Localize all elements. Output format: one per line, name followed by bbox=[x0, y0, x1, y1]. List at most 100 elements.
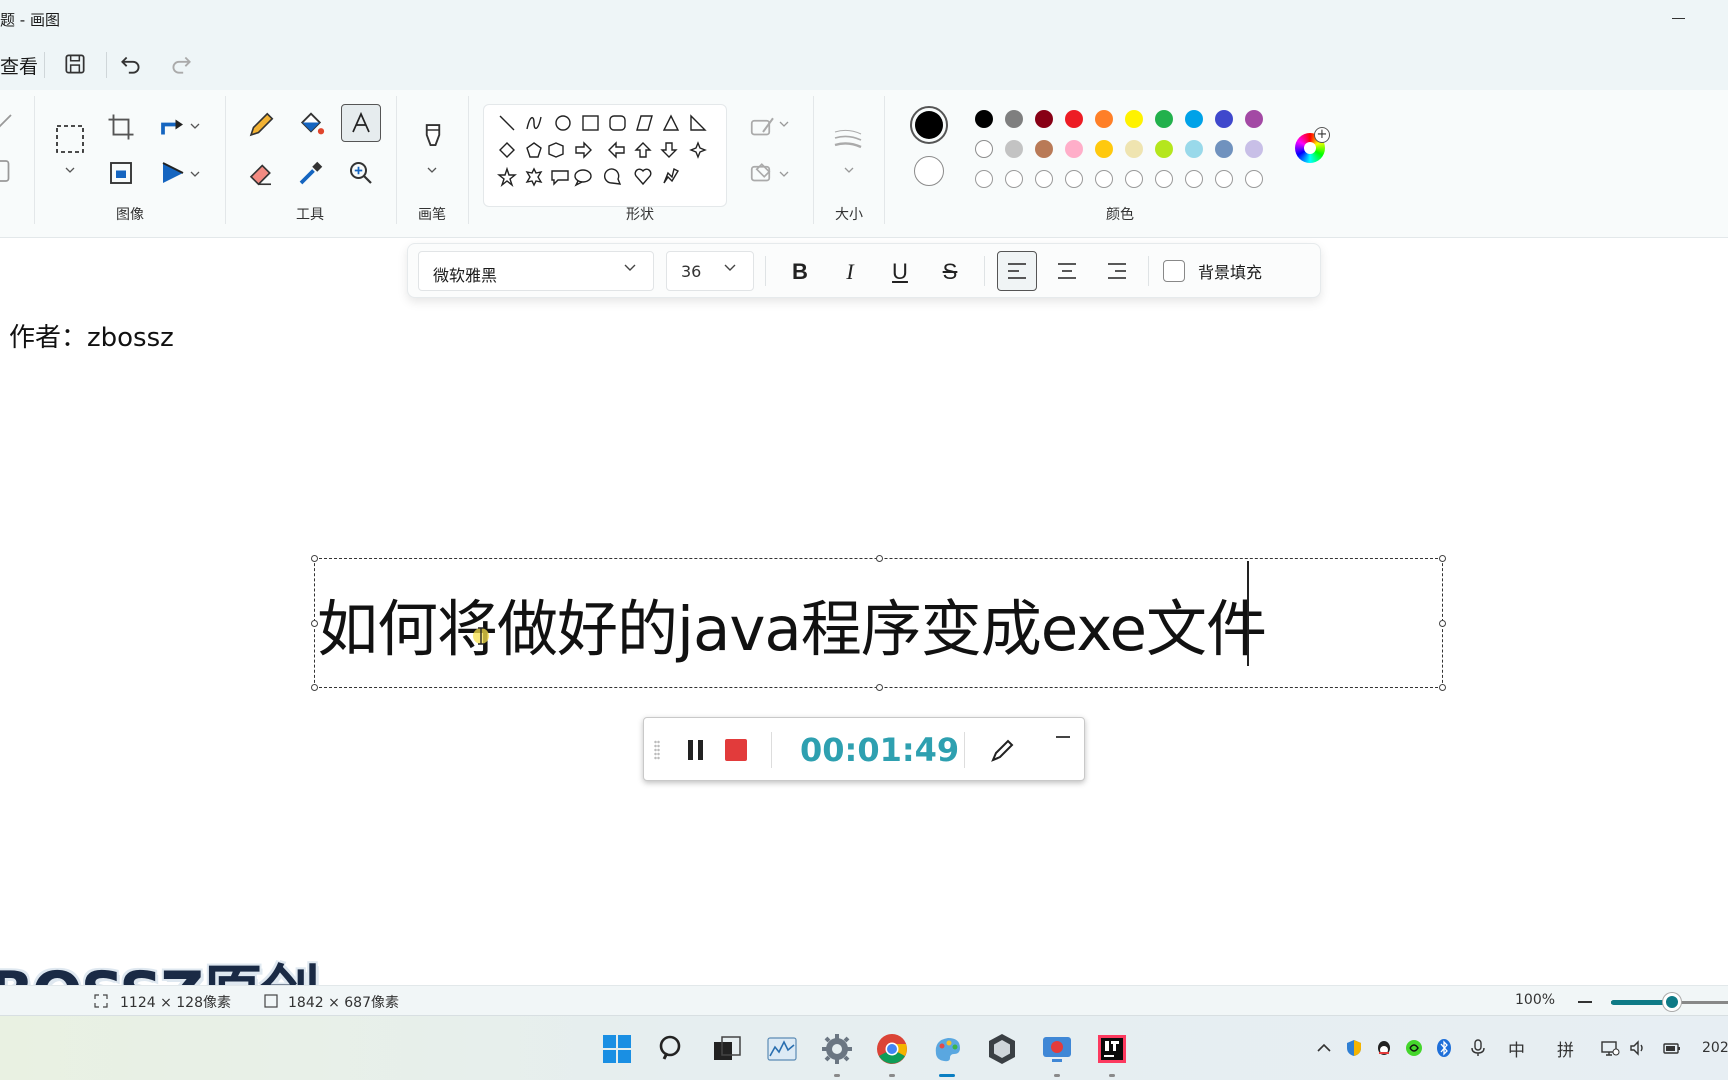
color-swatch[interactable] bbox=[1035, 110, 1053, 128]
chevron-down-icon[interactable] bbox=[624, 262, 636, 272]
fill-bucket-icon[interactable] bbox=[296, 110, 326, 140]
color-swatch[interactable] bbox=[1185, 110, 1203, 128]
color-picker-icon[interactable] bbox=[296, 158, 326, 188]
custom-color-slot[interactable] bbox=[975, 170, 993, 188]
custom-color-slot[interactable] bbox=[1035, 170, 1053, 188]
resize-handle[interactable] bbox=[311, 684, 318, 691]
redo-icon[interactable] bbox=[168, 51, 194, 77]
bluetooth-icon[interactable] bbox=[1434, 1038, 1454, 1058]
show-hidden-icons-chevron-up-icon[interactable] bbox=[1314, 1038, 1334, 1058]
save-icon[interactable] bbox=[62, 51, 88, 77]
volume-icon[interactable] bbox=[1628, 1038, 1648, 1058]
color-swatch[interactable] bbox=[1065, 110, 1083, 128]
resize-icon[interactable] bbox=[106, 158, 136, 188]
search-icon[interactable] bbox=[655, 1032, 689, 1066]
crop-icon[interactable] bbox=[106, 112, 136, 142]
custom-color-slot[interactable] bbox=[1245, 170, 1263, 188]
color-swatch[interactable] bbox=[1125, 110, 1143, 128]
color-swatch[interactable] bbox=[1245, 110, 1263, 128]
color-swatch[interactable] bbox=[1005, 110, 1023, 128]
zoom-slider-thumb[interactable] bbox=[1663, 993, 1681, 1011]
resize-handle[interactable] bbox=[1439, 620, 1446, 627]
color-swatch[interactable] bbox=[975, 140, 993, 158]
chevron-down-icon[interactable] bbox=[844, 166, 854, 174]
performance-monitor-icon[interactable] bbox=[765, 1032, 799, 1066]
align-right-button[interactable] bbox=[1097, 251, 1137, 291]
color-swatch[interactable] bbox=[1005, 140, 1023, 158]
security-shield-icon[interactable] bbox=[1344, 1038, 1364, 1058]
settings-gear-icon[interactable] bbox=[820, 1032, 854, 1066]
color-swatch[interactable] bbox=[1245, 140, 1263, 158]
clock[interactable]: 202 bbox=[1702, 1040, 1728, 1056]
chevron-down-icon[interactable] bbox=[427, 166, 437, 174]
drag-handle[interactable] bbox=[654, 740, 660, 760]
minimize-recorder-button[interactable] bbox=[1056, 736, 1070, 738]
copy-icon[interactable] bbox=[0, 156, 16, 186]
unity-icon[interactable] bbox=[985, 1032, 1019, 1066]
task-view-icon[interactable] bbox=[710, 1032, 744, 1066]
stroke-size-icon[interactable] bbox=[833, 126, 863, 156]
color-swatch[interactable] bbox=[1215, 140, 1233, 158]
stop-button[interactable] bbox=[725, 739, 747, 761]
custom-color-slot[interactable] bbox=[1095, 170, 1113, 188]
chrome-icon[interactable] bbox=[875, 1032, 909, 1066]
chevron-down-icon[interactable] bbox=[190, 170, 200, 178]
eraser-icon[interactable] bbox=[246, 158, 276, 188]
chevron-down-icon[interactable] bbox=[65, 166, 75, 174]
font-family-select[interactable]: 微软雅黑 bbox=[418, 251, 654, 291]
windows-start-icon[interactable] bbox=[600, 1032, 634, 1066]
paint-app-icon[interactable] bbox=[930, 1032, 964, 1066]
ime-language-indicator[interactable]: 中 bbox=[1508, 1036, 1525, 1061]
custom-color-slot[interactable] bbox=[1125, 170, 1143, 188]
text-editing-box[interactable]: 如何将做好的java程序变成exe文件 bbox=[311, 555, 1446, 691]
color-swatch[interactable] bbox=[1035, 140, 1053, 158]
shapes-grid[interactable] bbox=[494, 111, 718, 203]
microphone-icon[interactable] bbox=[1468, 1038, 1488, 1058]
color-swatch[interactable] bbox=[1095, 110, 1113, 128]
custom-color-slot[interactable] bbox=[1065, 170, 1083, 188]
minimize-button[interactable] bbox=[1664, 4, 1694, 34]
font-size-select[interactable]: 36 bbox=[666, 251, 754, 291]
view-menu[interactable]: 查看 bbox=[0, 52, 38, 79]
color-swatch[interactable] bbox=[1185, 140, 1203, 158]
resize-handle[interactable] bbox=[311, 555, 318, 562]
razer-icon[interactable] bbox=[1404, 1038, 1424, 1058]
outline-icon[interactable] bbox=[748, 112, 778, 142]
ime-mode-indicator[interactable]: 拼 bbox=[1557, 1036, 1574, 1061]
chevron-down-icon[interactable] bbox=[190, 122, 200, 130]
background-fill-checkbox[interactable] bbox=[1163, 260, 1185, 282]
rotate-icon[interactable] bbox=[158, 112, 188, 142]
pencil-icon[interactable] bbox=[246, 110, 276, 140]
primary-color[interactable] bbox=[910, 106, 948, 144]
pen-icon[interactable] bbox=[989, 736, 1017, 764]
select-icon[interactable] bbox=[55, 124, 85, 154]
custom-color-slot[interactable] bbox=[1005, 170, 1023, 188]
network-icon[interactable] bbox=[1600, 1038, 1620, 1058]
custom-color-slot[interactable] bbox=[1215, 170, 1233, 188]
undo-icon[interactable] bbox=[118, 51, 144, 77]
text-tool-button[interactable] bbox=[341, 104, 381, 142]
screen-recorder-icon[interactable] bbox=[1040, 1032, 1074, 1066]
qq-icon[interactable] bbox=[1374, 1038, 1394, 1058]
underline-button[interactable]: U bbox=[880, 253, 920, 291]
custom-color-slot[interactable] bbox=[1185, 170, 1203, 188]
fill-icon[interactable] bbox=[748, 158, 778, 188]
flip-icon[interactable] bbox=[158, 158, 188, 188]
resize-handle[interactable] bbox=[876, 684, 883, 691]
secondary-color[interactable] bbox=[914, 156, 944, 186]
color-swatch[interactable] bbox=[1095, 140, 1113, 158]
edit-colors-button[interactable]: + bbox=[1295, 127, 1330, 163]
color-swatch[interactable] bbox=[1125, 140, 1143, 158]
chevron-down-icon[interactable] bbox=[779, 170, 789, 178]
chevron-down-icon[interactable] bbox=[724, 262, 736, 272]
pause-button[interactable] bbox=[688, 740, 704, 760]
italic-button[interactable]: I bbox=[830, 253, 870, 291]
cut-icon[interactable] bbox=[0, 110, 16, 140]
color-swatch[interactable] bbox=[975, 110, 993, 128]
custom-color-slot[interactable] bbox=[1155, 170, 1173, 188]
resize-handle[interactable] bbox=[1439, 684, 1446, 691]
color-swatch[interactable] bbox=[1155, 110, 1173, 128]
intellij-idea-icon[interactable] bbox=[1095, 1032, 1129, 1066]
bold-button[interactable]: B bbox=[780, 253, 820, 291]
align-center-button[interactable] bbox=[1047, 251, 1087, 291]
